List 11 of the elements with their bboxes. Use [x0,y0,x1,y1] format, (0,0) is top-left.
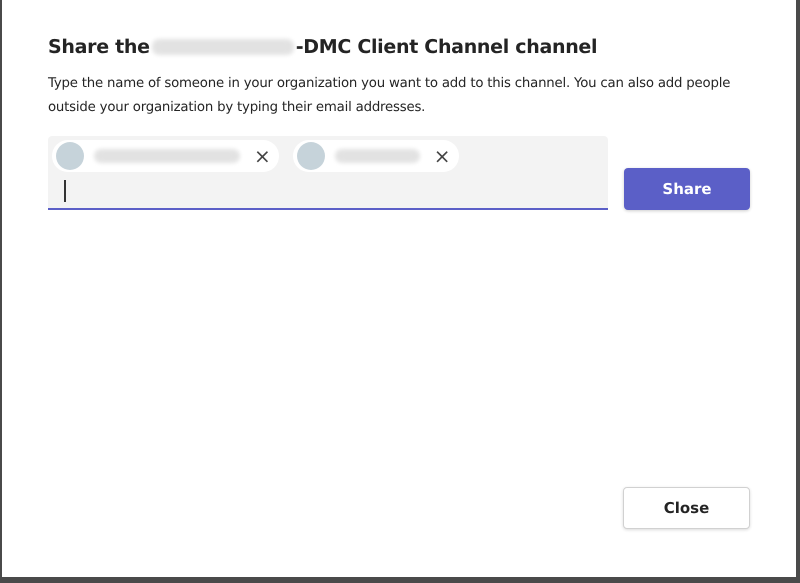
remove-button[interactable]: × [430,146,455,166]
remove-button[interactable]: × [250,146,275,166]
close-button[interactable]: Close [623,487,750,529]
share-button[interactable]: Share [624,168,750,210]
avatar-icon [296,142,325,170]
description-text: Type the name of someone in your organization you want to add to this channel. You can also add people outside your organization by typing their email addresses. [48,75,732,117]
dialog-title: -DMC Client Channel channel [296,36,598,58]
dialog-title: Share the [48,36,150,58]
avatar-icon [56,142,84,170]
text-cursor [64,180,66,202]
people-picker-field[interactable]: × × [48,136,608,210]
